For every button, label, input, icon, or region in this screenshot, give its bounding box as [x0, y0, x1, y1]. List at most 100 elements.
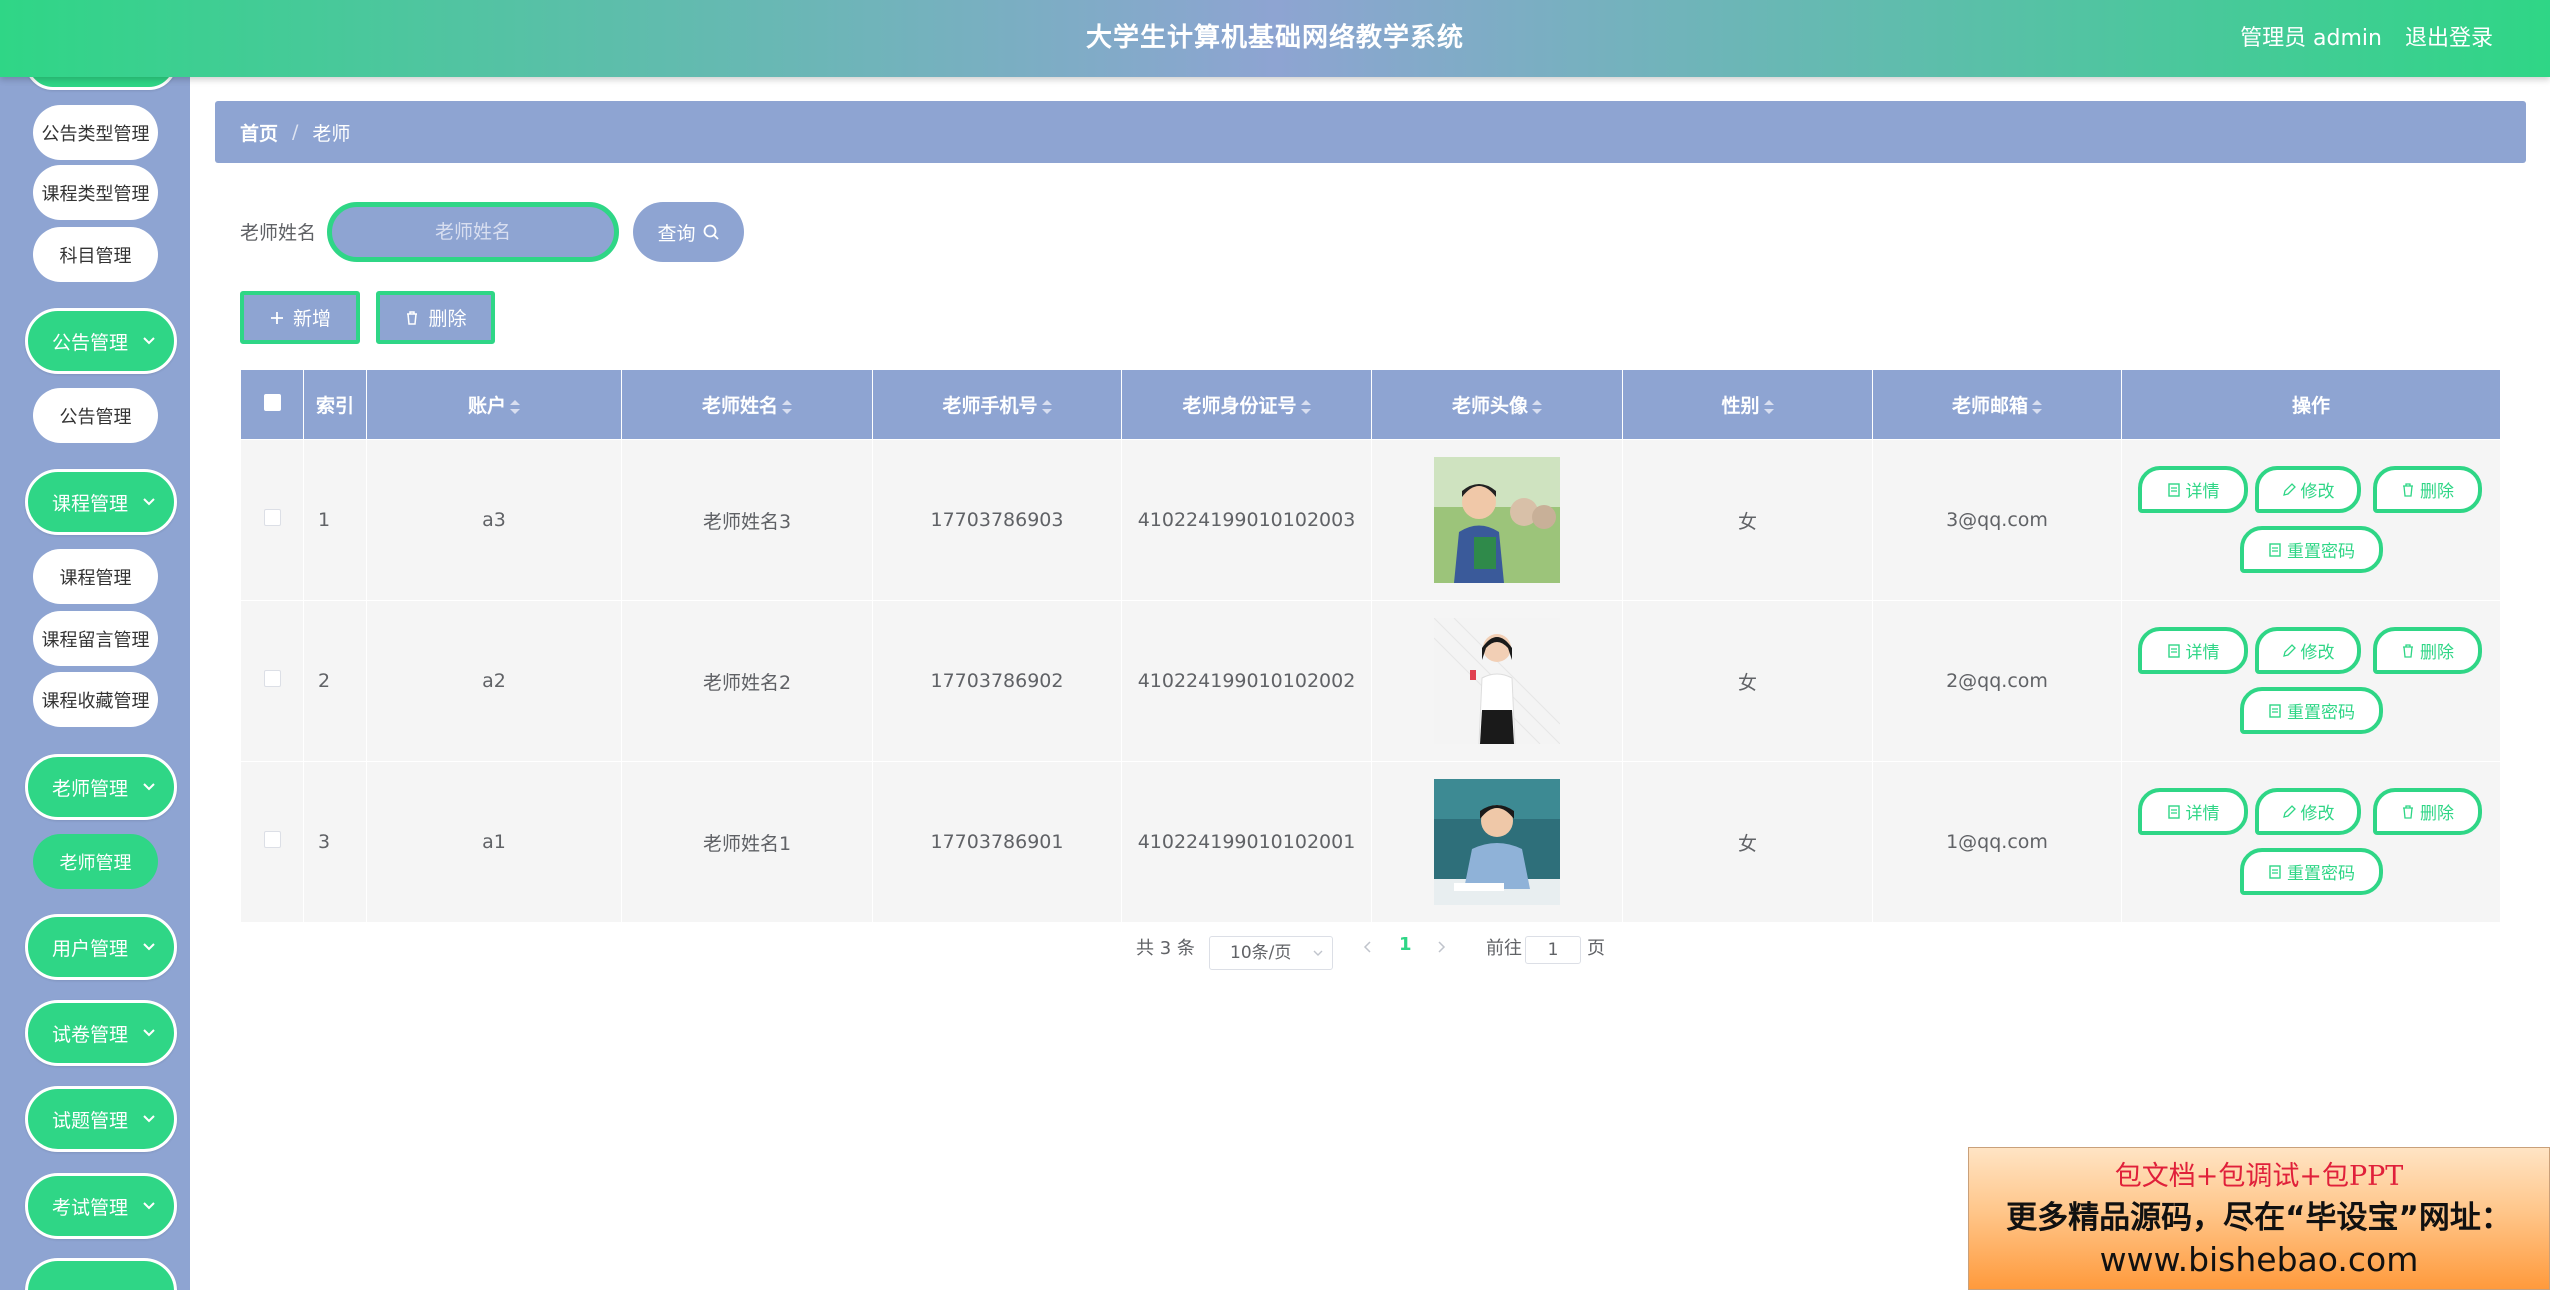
- sidebar-group-user[interactable]: 用户管理: [25, 914, 177, 980]
- edit-button[interactable]: 修改: [2255, 466, 2361, 513]
- cell-name: 老师姓名2: [621, 600, 873, 762]
- reset-password-button[interactable]: 重置密码: [2240, 526, 2383, 573]
- table-row: 1 a3 老师姓名3 17703786903 41022419901010200…: [240, 439, 2501, 601]
- cell-phone: 17703786903: [872, 439, 1122, 601]
- row-checkbox[interactable]: [263, 670, 281, 687]
- row-select-cell: [240, 600, 304, 762]
- sidebar-item-subject[interactable]: 科目管理: [33, 227, 158, 282]
- chevron-down-icon: [143, 337, 155, 345]
- cell-idcard: 410224199010102001: [1121, 761, 1372, 923]
- sidebar-group-paper[interactable]: 试卷管理: [25, 1000, 177, 1066]
- col-idcard[interactable]: 老师身份证号: [1121, 369, 1372, 440]
- teacher-avatar-image: [1434, 618, 1560, 744]
- document-icon: [2269, 542, 2281, 557]
- pagination-total: 共 3 条: [1136, 938, 1195, 959]
- sort-icon[interactable]: [782, 399, 792, 414]
- cell-index: 3: [303, 761, 367, 923]
- row-actions: 详情 修改 删除 重置密码: [2122, 601, 2500, 761]
- sort-icon[interactable]: [1532, 399, 1542, 414]
- select-all-checkbox[interactable]: [263, 393, 281, 411]
- batch-delete-button[interactable]: 删除: [376, 291, 495, 344]
- chevron-down-icon: [143, 1202, 155, 1210]
- sidebar-group-teacher[interactable]: 老师管理: [25, 754, 177, 820]
- chevron-down-icon: [143, 1115, 155, 1123]
- logout-link[interactable]: 退出登录: [2405, 0, 2493, 77]
- trash-icon: [407, 310, 418, 325]
- col-account[interactable]: 账户: [366, 369, 622, 440]
- goto-suffix: 页: [1587, 938, 1605, 959]
- goto-page-input[interactable]: 1: [1525, 936, 1581, 964]
- table-row: 3 a1 老师姓名1 17703786901 41022419901010200…: [240, 761, 2501, 923]
- cell-avatar: [1371, 439, 1623, 601]
- chevron-down-icon: [143, 783, 155, 791]
- sidebar-item-course-type[interactable]: 课程类型管理: [33, 165, 158, 220]
- ad-line-1: 包文档+包调试+包PPT: [2114, 1161, 2404, 1192]
- cell-account: a1: [366, 761, 622, 923]
- sidebar-group-course[interactable]: 课程管理: [25, 469, 177, 535]
- sort-icon[interactable]: [1300, 399, 1311, 414]
- prev-page-icon[interactable]: [1362, 940, 1374, 954]
- query-button[interactable]: 查询: [633, 202, 744, 262]
- col-index: 索引: [303, 369, 367, 440]
- delete-button[interactable]: 删除: [2373, 466, 2482, 513]
- document-icon: [2167, 804, 2180, 819]
- detail-button[interactable]: 详情: [2138, 627, 2248, 674]
- trash-icon: [2403, 804, 2413, 819]
- sort-icon[interactable]: [1041, 399, 1052, 414]
- row-checkbox[interactable]: [263, 831, 281, 848]
- col-avatar[interactable]: 老师头像: [1371, 369, 1623, 440]
- sidebar-group-cutoff[interactable]: [25, 1258, 177, 1290]
- sort-icon[interactable]: [510, 399, 520, 414]
- sidebar-item-notice[interactable]: 公告管理: [33, 388, 158, 443]
- chevron-down-icon: [143, 943, 155, 951]
- current-user: 管理员 admin: [2240, 26, 2382, 51]
- pencil-icon: [2282, 804, 2296, 818]
- cell-phone: 17703786901: [872, 761, 1122, 923]
- search-icon: [703, 224, 719, 240]
- add-button[interactable]: 新增: [240, 291, 360, 344]
- sidebar-item-course-favorite[interactable]: 课程收藏管理: [33, 672, 158, 727]
- sort-icon[interactable]: [2032, 399, 2042, 414]
- ad-banner[interactable]: 包文档+包调试+包PPT 更多精品源码，尽在“毕设宝”网址： www.bishe…: [1968, 1147, 2550, 1290]
- sidebar-item-course-comment[interactable]: 课程留言管理: [33, 611, 158, 666]
- row-actions: 详情 修改 删除 重置密码: [2122, 762, 2500, 922]
- sidebar-group-exam[interactable]: 考试管理: [25, 1173, 177, 1239]
- cell-index: 2: [303, 600, 367, 762]
- cell-actions: 详情 修改 删除 重置密码: [2121, 439, 2501, 601]
- ad-line-2: 更多精品源码，尽在“毕设宝”网址：: [2006, 1200, 2512, 1236]
- select-all-cell: [240, 369, 304, 440]
- edit-button[interactable]: 修改: [2255, 627, 2361, 674]
- delete-button[interactable]: 删除: [2373, 788, 2482, 835]
- delete-button[interactable]: 删除: [2373, 627, 2482, 674]
- page-number-current[interactable]: 1: [1399, 934, 1412, 955]
- sidebar-group-notice[interactable]: 公告管理: [25, 308, 177, 374]
- detail-button[interactable]: 详情: [2138, 466, 2248, 513]
- sidebar-item-notice-type[interactable]: 公告类型管理: [33, 105, 158, 160]
- cell-actions: 详情 修改 删除 重置密码: [2121, 761, 2501, 923]
- detail-button[interactable]: 详情: [2138, 788, 2248, 835]
- page-size-select[interactable]: 10条/页: [1209, 936, 1333, 970]
- col-gender[interactable]: 性别: [1622, 369, 1873, 440]
- cell-idcard: 410224199010102003: [1121, 439, 1372, 601]
- col-email[interactable]: 老师邮箱: [1872, 369, 2122, 440]
- sort-icon[interactable]: [1763, 399, 1774, 414]
- reset-password-button[interactable]: 重置密码: [2240, 687, 2383, 734]
- col-actions: 操作: [2121, 369, 2501, 440]
- sidebar-item-course[interactable]: 课程管理: [33, 549, 158, 604]
- search-label: 老师姓名: [240, 222, 317, 244]
- sidebar-group-question[interactable]: 试题管理: [25, 1086, 177, 1152]
- table-header-row: 索引 账户 老师姓名 老师手机号 老师身份证号 老师头像 性别 老师邮箱 操作: [240, 369, 2501, 440]
- next-page-icon[interactable]: [1435, 940, 1447, 954]
- col-name[interactable]: 老师姓名: [621, 369, 873, 440]
- breadcrumb-home[interactable]: 首页: [240, 119, 278, 146]
- cell-account: a3: [366, 439, 622, 601]
- cell-avatar: [1371, 761, 1623, 923]
- row-checkbox[interactable]: [263, 509, 281, 526]
- row-select-cell: [240, 439, 304, 601]
- cell-phone: 17703786902: [872, 600, 1122, 762]
- edit-button[interactable]: 修改: [2255, 788, 2361, 835]
- col-phone[interactable]: 老师手机号: [872, 369, 1122, 440]
- sidebar-item-teacher[interactable]: 老师管理: [33, 834, 158, 889]
- teacher-name-search-input[interactable]: 老师姓名: [327, 202, 619, 262]
- reset-password-button[interactable]: 重置密码: [2240, 848, 2383, 895]
